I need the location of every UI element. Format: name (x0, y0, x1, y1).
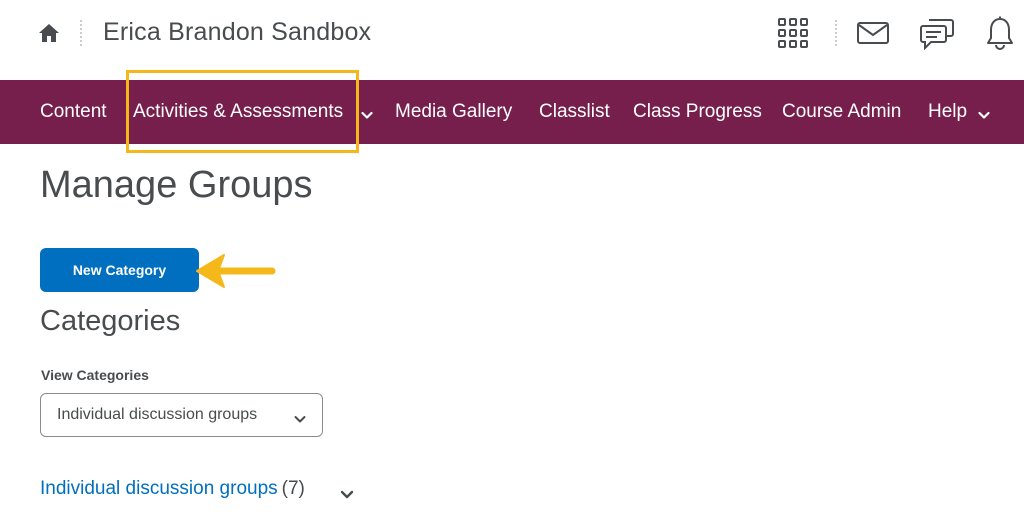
chevron-down-icon[interactable] (978, 107, 990, 125)
group-count: (7) (281, 478, 305, 499)
arrow-annotation-icon (194, 252, 276, 295)
view-categories-select[interactable]: Individual discussion groups (40, 393, 323, 437)
view-categories-label: View Categories (41, 367, 149, 383)
chevron-down-icon[interactable] (361, 107, 373, 125)
course-title[interactable]: Erica Brandon Sandbox (103, 18, 371, 47)
nav-item-help[interactable]: Help (928, 80, 967, 144)
nav-item-classlist[interactable]: Classlist (539, 80, 610, 144)
highlight-annotation-box (126, 70, 359, 153)
mail-icon[interactable] (857, 22, 889, 44)
chevron-down-icon[interactable] (340, 487, 354, 505)
top-header: Erica Brandon Sandbox (0, 0, 1024, 80)
nav-item-course-admin[interactable]: Course Admin (782, 80, 901, 144)
page-title: Manage Groups (40, 164, 313, 206)
home-icon[interactable] (38, 22, 60, 44)
group-category-link[interactable]: Individual discussion groups (40, 478, 278, 499)
nav-item-media-gallery[interactable]: Media Gallery (395, 80, 512, 144)
nav-item-class-progress[interactable]: Class Progress (633, 80, 762, 144)
view-categories-value: Individual discussion groups (57, 406, 258, 423)
group-category-row: Individual discussion groups (7) (40, 478, 354, 502)
categories-heading: Categories (40, 305, 181, 337)
bell-icon[interactable] (986, 16, 1014, 50)
chat-icon[interactable] (920, 18, 954, 50)
grid-icon[interactable] (778, 18, 808, 48)
nav-item-content[interactable]: Content (40, 80, 107, 144)
header-divider (80, 20, 82, 46)
header-divider (835, 20, 837, 46)
chevron-down-icon (294, 411, 306, 429)
new-category-button[interactable]: New Category (40, 248, 199, 292)
